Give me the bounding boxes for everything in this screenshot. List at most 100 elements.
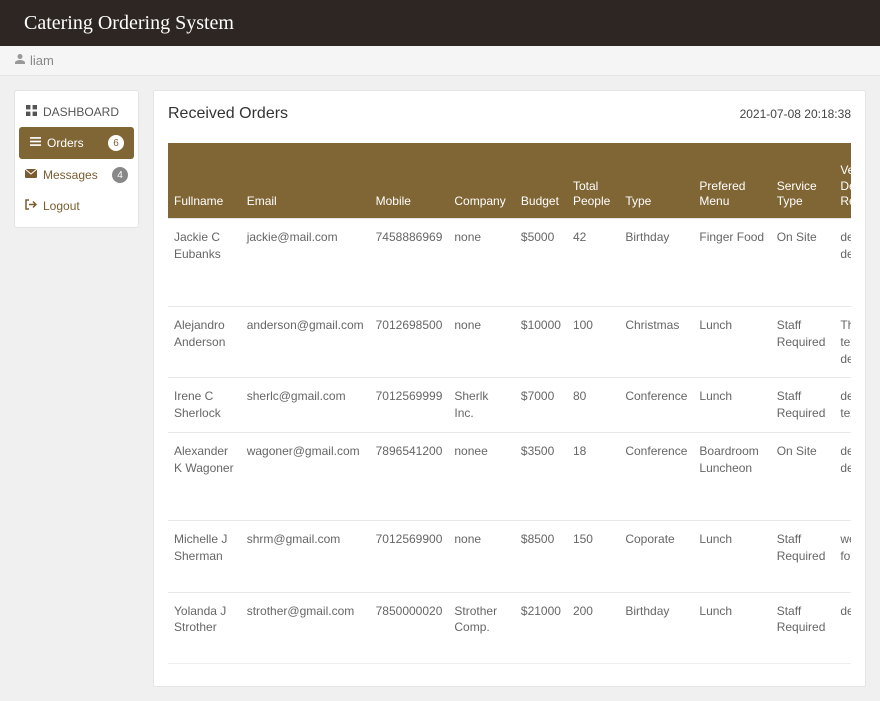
- table-row[interactable]: Michelle J Shermanshrm@gmail.com70125699…: [168, 521, 851, 592]
- cell-email: shrm@gmail.com: [241, 521, 370, 592]
- cell-fullname: Irene C Sherlock: [168, 378, 241, 433]
- sidebar-item-messages[interactable]: Messages 4: [15, 159, 138, 191]
- cell-venue_details: demo demo demo: [834, 218, 851, 306]
- col-service-type: Service Type: [771, 143, 835, 218]
- col-mobile: Mobile: [370, 143, 449, 218]
- cell-service_type: Staff Required: [771, 378, 835, 433]
- sidebar-item-dashboard[interactable]: DASHBOARD: [15, 97, 138, 127]
- cell-venue_details: This is a demo text. This is a demo text…: [834, 306, 851, 377]
- cell-mobile: 7012569999: [370, 378, 449, 433]
- col-venue-details: Venue Details/Menu Required: [834, 143, 851, 218]
- grid-icon: [25, 105, 37, 119]
- col-prefered-menu: Prefered Menu: [693, 143, 770, 218]
- sidebar: DASHBOARD Orders 6 Messages 4 Logout: [14, 90, 139, 228]
- cell-mobile: 7012698500: [370, 306, 449, 377]
- cell-budget: $21000: [515, 592, 567, 663]
- cell-type: Coporate: [619, 521, 693, 592]
- sidebar-item-label: Messages: [43, 168, 98, 182]
- logout-icon: [25, 199, 37, 213]
- cell-company: nonee: [448, 432, 515, 520]
- cell-service_type: Staff Required: [771, 521, 835, 592]
- app-title: Catering Ordering System: [24, 12, 234, 35]
- cell-prefered_menu: Lunch: [693, 306, 770, 377]
- cell-prefered_menu: Lunch: [693, 378, 770, 433]
- username[interactable]: liam: [30, 53, 54, 68]
- cell-total_people: 150: [567, 521, 619, 592]
- messages-count-badge: 4: [112, 167, 128, 183]
- cell-email: strother@gmail.com: [241, 592, 370, 663]
- timestamp: 2021-07-08 20:18:38: [740, 107, 851, 121]
- cell-type: Birthday: [619, 218, 693, 306]
- cell-budget: $5000: [515, 218, 567, 306]
- cell-email: anderson@gmail.com: [241, 306, 370, 377]
- cell-mobile: 7896541200: [370, 432, 449, 520]
- cell-service_type: Staff Required: [771, 306, 835, 377]
- cell-company: none: [448, 306, 515, 377]
- cell-fullname: Alejandro Anderson: [168, 306, 241, 377]
- cell-mobile: 7850000020: [370, 592, 449, 663]
- cell-total_people: 200: [567, 592, 619, 663]
- cell-total_people: 18: [567, 432, 619, 520]
- cell-service_type: On Site: [771, 432, 835, 520]
- sidebar-item-orders[interactable]: Orders 6: [19, 127, 134, 159]
- horizontal-scrollbar[interactable]: [168, 664, 851, 678]
- cell-type: Birthday: [619, 592, 693, 663]
- table-row[interactable]: Alejandro Andersonanderson@gmail.com7012…: [168, 306, 851, 377]
- userbar: liam: [0, 46, 880, 76]
- cell-venue_details: demo one toooo: [834, 592, 851, 663]
- cell-company: Sherlk Inc.: [448, 378, 515, 433]
- orders-table-wrap[interactable]: Fullname Email Mobile Company Budget Tot…: [168, 143, 851, 664]
- cell-total_people: 80: [567, 378, 619, 433]
- orders-table: Fullname Email Mobile Company Budget Tot…: [168, 143, 851, 663]
- cell-email: sherlc@gmail.com: [241, 378, 370, 433]
- cell-type: Christmas: [619, 306, 693, 377]
- orders-count-badge: 6: [108, 135, 124, 151]
- cell-mobile: 7458886969: [370, 218, 449, 306]
- col-company: Company: [448, 143, 515, 218]
- col-fullname: Fullname: [168, 143, 241, 218]
- cell-service_type: On Site: [771, 218, 835, 306]
- list-icon: [29, 136, 41, 150]
- cell-venue_details: demo demo demo: [834, 432, 851, 520]
- cell-prefered_menu: Finger Food: [693, 218, 770, 306]
- col-budget: Budget: [515, 143, 567, 218]
- table-row[interactable]: Alexander K Wagonerwagoner@gmail.com7896…: [168, 432, 851, 520]
- cell-prefered_menu: Boardroom Luncheon: [693, 432, 770, 520]
- user-icon: [14, 53, 26, 68]
- cell-service_type: Staff Required: [771, 592, 835, 663]
- cell-type: Conference: [619, 432, 693, 520]
- cell-fullname: Alexander K Wagoner: [168, 432, 241, 520]
- cell-budget: $8500: [515, 521, 567, 592]
- cell-fullname: Michelle J Sherman: [168, 521, 241, 592]
- table-row[interactable]: Irene C Sherlocksherlc@gmail.com70125699…: [168, 378, 851, 433]
- page-title: Received Orders: [168, 105, 288, 123]
- cell-mobile: 7012569900: [370, 521, 449, 592]
- main-panel: Received Orders 2021-07-08 20:18:38 Full…: [153, 90, 866, 687]
- col-total-people: Total People: [567, 143, 619, 218]
- col-type: Type: [619, 143, 693, 218]
- col-email: Email: [241, 143, 370, 218]
- cell-budget: $10000: [515, 306, 567, 377]
- cell-company: none: [448, 521, 515, 592]
- cell-venue_details: well this is just for a demo test: [834, 521, 851, 592]
- cell-email: wagoner@gmail.com: [241, 432, 370, 520]
- cell-fullname: Jackie C Eubanks: [168, 218, 241, 306]
- cell-company: Strother Comp.: [448, 592, 515, 663]
- cell-company: none: [448, 218, 515, 306]
- cell-fullname: Yolanda J Strother: [168, 592, 241, 663]
- sidebar-item-logout[interactable]: Logout: [15, 191, 138, 221]
- topbar: Catering Ordering System: [0, 0, 880, 46]
- cell-budget: $7000: [515, 378, 567, 433]
- cell-total_people: 42: [567, 218, 619, 306]
- cell-budget: $3500: [515, 432, 567, 520]
- cell-prefered_menu: Lunch: [693, 592, 770, 663]
- cell-type: Conference: [619, 378, 693, 433]
- sidebar-item-label: Orders: [47, 136, 84, 150]
- cell-prefered_menu: Lunch: [693, 521, 770, 592]
- cell-venue_details: demo text demo text: [834, 378, 851, 433]
- sidebar-item-label: Logout: [43, 199, 80, 213]
- sidebar-item-label: DASHBOARD: [43, 105, 119, 119]
- table-row[interactable]: Yolanda J Strotherstrother@gmail.com7850…: [168, 592, 851, 663]
- envelope-icon: [25, 168, 37, 182]
- table-row[interactable]: Jackie C Eubanksjackie@mail.com745888696…: [168, 218, 851, 306]
